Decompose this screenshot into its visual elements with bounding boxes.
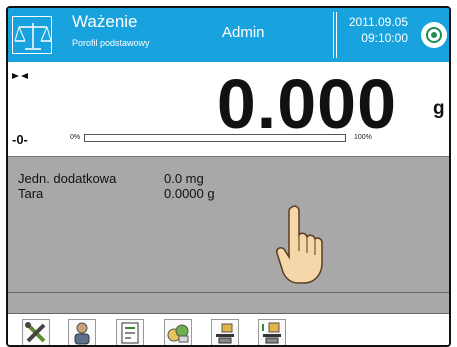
date-text: 2011.09.05 bbox=[348, 15, 408, 29]
profile-name: Porofil podstawowy bbox=[72, 38, 150, 48]
stability-marker-icon bbox=[12, 68, 28, 86]
weighing-display: 0.000 g -0- 0% 100% bbox=[8, 62, 449, 156]
info-row-tare: Tara 0.0000 g bbox=[18, 186, 215, 201]
user-name[interactable]: Admin bbox=[222, 24, 265, 41]
balance-scale-icon[interactable] bbox=[12, 16, 52, 54]
info-value: 0.0 mg bbox=[164, 171, 204, 186]
target-circle-icon[interactable] bbox=[421, 22, 447, 48]
header-bar: Ważenie Porofil podstawowy Admin 2011.09… bbox=[8, 8, 449, 62]
info-label: Tara bbox=[18, 186, 44, 201]
tare-icon[interactable] bbox=[211, 319, 239, 345]
info-panel[interactable]: Jedn. dodatkowa 0.0 mg Tara 0.0000 g bbox=[8, 156, 449, 292]
terminal-screen: Ważenie Porofil podstawowy Admin 2011.09… bbox=[6, 6, 451, 347]
header-divider bbox=[333, 12, 337, 58]
shortcut-toolbar bbox=[8, 314, 449, 345]
datetime: 2011.09.05 09:10:00 bbox=[340, 14, 408, 46]
tare-load-icon[interactable] bbox=[258, 319, 286, 345]
info-value: 0.0000 g bbox=[164, 186, 215, 201]
tools-icon[interactable] bbox=[22, 319, 50, 345]
weight-unit[interactable]: g bbox=[433, 98, 445, 120]
document-icon[interactable] bbox=[116, 319, 144, 345]
products-icon[interactable] bbox=[164, 319, 192, 345]
page-title: Ważenie bbox=[72, 12, 138, 31]
user-icon[interactable] bbox=[68, 319, 96, 345]
bar-max-label: 100% bbox=[354, 134, 372, 141]
info-row-secondary-unit: Jedn. dodatkowa 0.0 mg bbox=[18, 171, 204, 186]
time-text: 09:10:00 bbox=[361, 31, 408, 45]
info-label: Jedn. dodatkowa bbox=[18, 171, 117, 186]
load-bar bbox=[84, 134, 346, 142]
panel-divider bbox=[8, 292, 449, 314]
weight-reading: 0.000 bbox=[216, 65, 397, 143]
dot bbox=[431, 32, 437, 38]
pointing-hand-icon bbox=[274, 203, 324, 292]
bar-min-label: 0% bbox=[70, 134, 81, 141]
zero-indicator: -0- bbox=[12, 132, 28, 147]
